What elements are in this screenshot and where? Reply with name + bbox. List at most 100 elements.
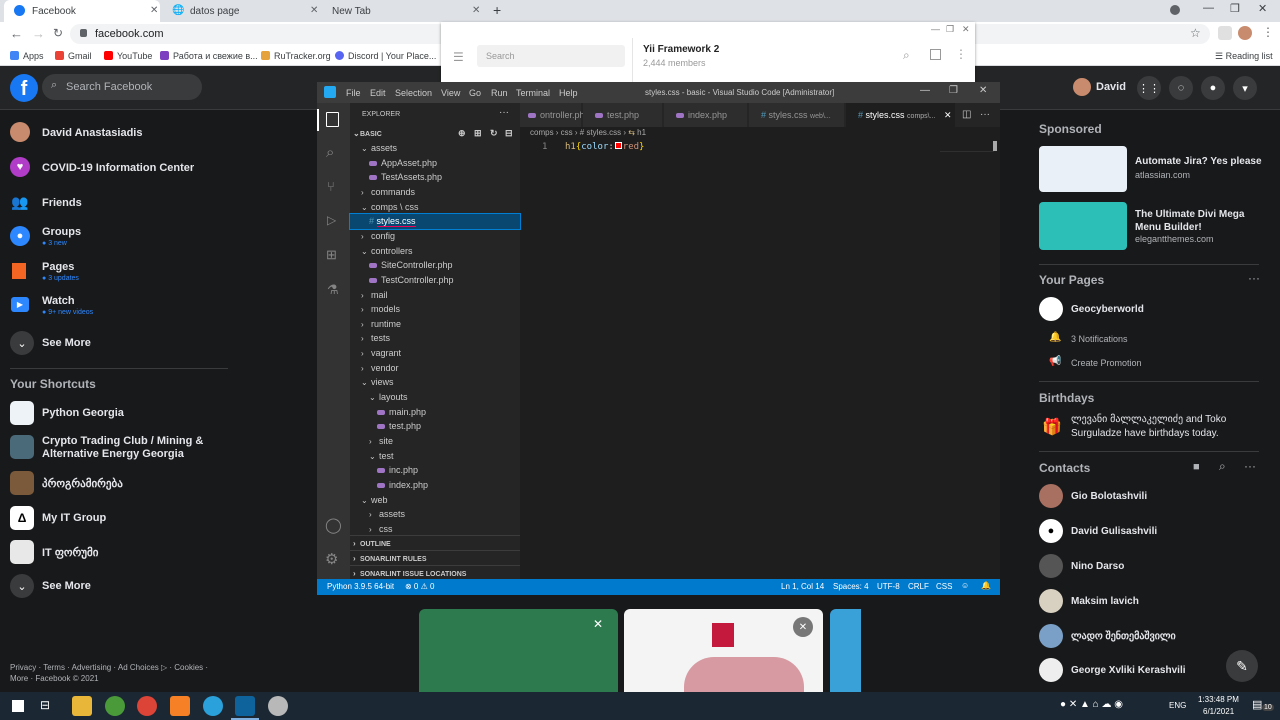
tab-controller[interactable]: ontroller.php: [520, 103, 590, 127]
tree-item[interactable]: › vendor: [350, 361, 520, 376]
feed-story-card[interactable]: ✕: [419, 609, 618, 692]
app-icon[interactable]: [268, 696, 288, 716]
status-eol[interactable]: CRLF: [908, 582, 929, 591]
status-problems[interactable]: ⊗ 0 ⚠ 0: [405, 582, 434, 591]
bell-icon[interactable]: 🔔: [981, 581, 991, 590]
restore-icon[interactable]: ❐: [949, 85, 958, 96]
telegram-close-icon[interactable]: ✕: [962, 24, 970, 35]
bookmark-rabota[interactable]: Работа и свежие в...: [160, 51, 258, 61]
tree-item[interactable]: SiteController.php: [350, 258, 520, 273]
search-icon[interactable]: ⌕: [326, 144, 334, 161]
tree-item[interactable]: TestController.php: [350, 273, 520, 288]
outline-panel[interactable]: › OUTLINE: [350, 535, 520, 550]
run-debug-icon[interactable]: ▷: [327, 213, 336, 227]
settings-gear-icon[interactable]: ⚙: [325, 550, 338, 568]
color-swatch-icon[interactable]: [614, 142, 622, 149]
video-call-icon[interactable]: ■: [1193, 461, 1200, 473]
tray-icons[interactable]: ● ✕ ▲ ⌂ ☁ ◉: [1060, 699, 1123, 710]
tree-item[interactable]: # styles.css: [349, 213, 521, 231]
extension-icon[interactable]: [1218, 26, 1232, 40]
tab-datos[interactable]: 🌐 datos page ✕: [162, 0, 322, 22]
telegram-restore-icon[interactable]: ❐: [946, 24, 954, 35]
testing-icon[interactable]: ⚗: [327, 282, 339, 298]
tree-item[interactable]: › mail: [350, 288, 520, 303]
tree-item[interactable]: inc.php: [350, 463, 520, 478]
menu-terminal[interactable]: Terminal: [516, 88, 550, 98]
scrollbar-cursor[interactable]: [993, 141, 997, 151]
footer-links[interactable]: Privacy · Terms · Advertising · Ad Choic…: [10, 663, 208, 672]
new-folder-icon[interactable]: ⊞: [474, 126, 482, 141]
close-tab-icon[interactable]: ✕: [310, 5, 318, 16]
status-encoding[interactable]: UTF-8: [877, 582, 900, 591]
more-actions-icon[interactable]: ···: [980, 103, 990, 127]
editor-area[interactable]: comps › css › # styles.css › ⇆ h1 1 h1{c…: [520, 127, 1000, 579]
tree-item[interactable]: › commands: [350, 185, 520, 200]
bookmark-discord[interactable]: Discord | Your Place...: [335, 51, 436, 61]
close-icon[interactable]: ✕: [793, 617, 813, 637]
bookmark-apps[interactable]: Apps: [10, 51, 44, 61]
tree-item[interactable]: ⌄ test: [350, 449, 520, 464]
clock-date[interactable]: 6/1/2021: [1203, 707, 1234, 716]
tab-styles-comps[interactable]: # styles.css comps\... ✕: [846, 103, 956, 127]
tree-item[interactable]: main.php: [350, 405, 520, 420]
user-avatar[interactable]: [1073, 78, 1091, 96]
refresh-icon[interactable]: ↻: [490, 126, 498, 141]
more-icon[interactable]: ···: [1248, 271, 1260, 285]
tree-item[interactable]: TestAssets.php: [350, 170, 520, 185]
notifications-icon[interactable]: ●: [1201, 76, 1225, 100]
new-file-icon[interactable]: ⊕: [458, 126, 466, 141]
tree-item[interactable]: index.php: [350, 478, 520, 493]
extensions-icon[interactable]: ⊞: [326, 247, 337, 263]
file-explorer-icon[interactable]: [72, 696, 92, 716]
split-editor-icon[interactable]: ◫: [962, 103, 971, 127]
app-icon[interactable]: [105, 696, 125, 716]
breadcrumb-item[interactable]: h1: [637, 128, 646, 137]
telegram-sidebar-icon[interactable]: [930, 49, 941, 60]
menu-go[interactable]: Go: [469, 88, 481, 98]
tree-item[interactable]: ⌄ assets: [350, 141, 520, 156]
bookmark-rutracker[interactable]: RuTracker.org: [261, 51, 331, 61]
telegram-minimize-icon[interactable]: —: [931, 24, 940, 34]
tree-item[interactable]: › config: [350, 229, 520, 244]
telegram-search-input[interactable]: Search: [477, 45, 625, 67]
birthday-text[interactable]: Surguladze have birthdays today.: [1071, 428, 1219, 439]
tree-item[interactable]: ⌄ comps \ css: [350, 200, 520, 215]
facebook-logo-icon[interactable]: f: [10, 74, 38, 102]
tree-item[interactable]: › runtime: [350, 317, 520, 332]
ad-item[interactable]: The Ultimate Divi Mega Menu Builder! ele…: [1039, 202, 1269, 250]
tree-item[interactable]: › vagrant: [350, 346, 520, 361]
menu-run[interactable]: Run: [491, 88, 508, 98]
birthday-text[interactable]: ლევანი მალლაკელიძე and Toko: [1071, 414, 1226, 425]
tree-item[interactable]: ⌄ views: [350, 375, 520, 390]
explorer-icon[interactable]: [326, 112, 339, 127]
messenger-icon[interactable]: ◌: [1169, 76, 1193, 100]
code-line[interactable]: h1{color: red}: [565, 142, 644, 152]
menu-file[interactable]: File: [346, 88, 361, 98]
tree-item[interactable]: ⌄ web: [350, 493, 520, 508]
account-dropdown-icon[interactable]: ▾: [1233, 76, 1257, 100]
more-icon[interactable]: ···: [1244, 459, 1256, 473]
feed-story-card[interactable]: ✕: [624, 609, 823, 692]
chrome-icon[interactable]: [137, 696, 157, 716]
collapse-all-icon[interactable]: ⊟: [505, 126, 513, 141]
restore-icon[interactable]: ❐: [1230, 2, 1240, 15]
status-python[interactable]: Python 3.9.5 64-bit: [327, 582, 394, 591]
menu-edit[interactable]: Edit: [370, 88, 386, 98]
source-control-icon[interactable]: ⑂: [327, 179, 335, 194]
search-icon[interactable]: ⌕: [1219, 459, 1226, 474]
workspace-root[interactable]: ⌄BASIC ⊕ ⊞ ↻ ⊟: [350, 126, 520, 141]
telegram-menu-icon[interactable]: ☰: [453, 50, 464, 64]
close-tab-icon[interactable]: ✕: [150, 5, 158, 16]
forward-icon[interactable]: →: [32, 26, 45, 41]
telegram-search-icon[interactable]: ⌕: [903, 48, 910, 63]
minimize-icon[interactable]: —: [920, 85, 930, 96]
sonarlint-issues-panel[interactable]: › SONARLINT ISSUE LOCATIONS: [350, 565, 520, 580]
menu-selection[interactable]: Selection: [395, 88, 432, 98]
feedback-icon[interactable]: ☺: [961, 581, 969, 590]
task-view-icon[interactable]: ⊟: [40, 698, 50, 712]
bookmark-youtube[interactable]: YouTube: [104, 51, 152, 61]
new-message-icon[interactable]: ✎: [1226, 650, 1258, 682]
footer-copyright[interactable]: More · Facebook © 2021: [10, 674, 99, 683]
close-window-icon[interactable]: ✕: [1258, 2, 1267, 15]
status-spaces[interactable]: Spaces: 4: [833, 582, 869, 591]
